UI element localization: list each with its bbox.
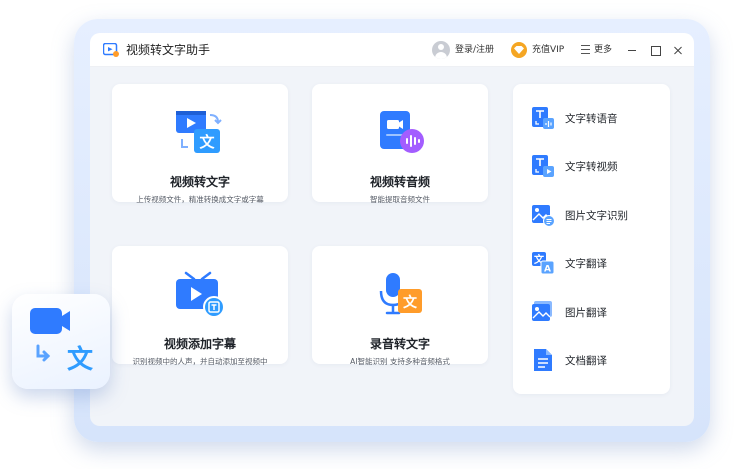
- app-title: 视频转文字助手: [126, 43, 211, 57]
- tool-item-document-translate[interactable]: 文档翻译: [531, 348, 661, 374]
- title-bar: 视频转文字助手 登录/注册 充值VIP 更多: [90, 33, 694, 67]
- close-button[interactable]: [670, 42, 686, 58]
- tool-item-text-to-speech[interactable]: 文字转语音: [531, 106, 661, 132]
- text-to-video-icon: [532, 155, 554, 177]
- video-to-audio-icon: [380, 111, 424, 153]
- feature-card-video-subtitle[interactable]: 视频添加字幕 识别视频中的人声，并自动添加至视频中: [112, 246, 288, 366]
- badge-glyph: 文: [67, 344, 94, 375]
- video-to-text-badge-icon: 文: [30, 308, 94, 375]
- vip-diamond-icon[interactable]: [511, 42, 527, 58]
- video-to-text-icon: 文: [176, 111, 222, 153]
- feature-desc: 智能提取音频文件: [370, 195, 430, 204]
- tool-label: 文字转视频: [565, 161, 618, 173]
- tv-subtitle-icon: [176, 271, 225, 318]
- svg-text:A: A: [544, 265, 551, 275]
- minimize-button[interactable]: [624, 42, 640, 58]
- vip-button[interactable]: 充值VIP: [532, 44, 564, 56]
- microphone-text-icon: 文: [379, 273, 422, 315]
- tool-label: 图片文字识别: [565, 210, 628, 222]
- feature-title: 录音转文字: [369, 337, 430, 351]
- image-translate-icon: [532, 301, 552, 321]
- tool-item-text-translate[interactable]: 文 A 文字翻译: [531, 251, 661, 277]
- text-translate-icon: 文 A: [532, 252, 555, 275]
- maximize-button[interactable]: [647, 42, 663, 58]
- user-avatar-icon[interactable]: [432, 41, 450, 59]
- more-button[interactable]: 更多: [594, 44, 612, 56]
- feature-card-audio-to-text[interactable]: 文 录音转文字 AI智能识别 支持多种音频格式: [312, 246, 488, 366]
- tool-label: 文档翻译: [565, 355, 607, 367]
- floating-app-badge: 文: [12, 294, 110, 389]
- feature-desc: 上传视频文件，精准转换成文字或字幕: [136, 195, 264, 204]
- tool-item-text-to-video[interactable]: 文字转视频: [531, 154, 661, 180]
- feature-card-video-to-text[interactable]: 文 视频转文字 上传视频文件，精准转换成文字或字幕: [112, 84, 288, 204]
- tool-label: 图片翻译: [565, 307, 607, 319]
- tool-item-image-translate[interactable]: 图片翻译: [531, 300, 661, 326]
- feature-title: 视频添加字幕: [163, 337, 236, 351]
- login-button[interactable]: 登录/注册: [455, 44, 494, 56]
- feature-desc: 识别视频中的人声，并自动添加至视频中: [132, 357, 268, 366]
- text-to-speech-icon: [532, 107, 554, 129]
- feature-title: 视频转音频: [369, 175, 430, 189]
- document-translate-icon: [534, 349, 552, 371]
- tool-label: 文字转语音: [565, 113, 618, 125]
- image-ocr-icon: [532, 205, 555, 227]
- feature-desc: AI智能识别 支持多种音频格式: [350, 357, 450, 366]
- tools-panel: 文字转语音 文字转视频 图片文字识别 文 A 文字翻译 图片翻译 文档翻译: [513, 84, 670, 394]
- svg-text:文: 文: [199, 133, 215, 151]
- menu-icon[interactable]: [581, 45, 590, 54]
- tool-label: 文字翻译: [565, 258, 607, 270]
- app-logo-icon: [103, 43, 119, 57]
- tool-item-image-ocr[interactable]: 图片文字识别: [531, 203, 661, 229]
- feature-card-video-to-audio[interactable]: 视频转音频 智能提取音频文件: [312, 84, 488, 204]
- feature-title: 视频转文字: [169, 175, 230, 189]
- svg-text:文: 文: [403, 294, 418, 311]
